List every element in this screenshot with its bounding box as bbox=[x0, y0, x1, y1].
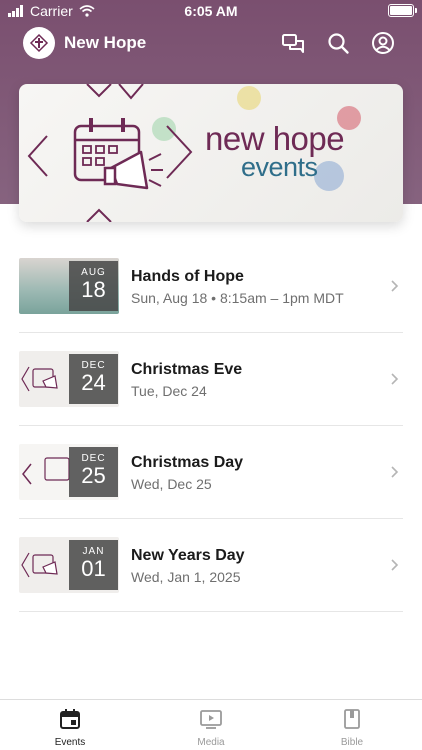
tab-label: Media bbox=[197, 737, 225, 748]
play-icon bbox=[200, 710, 222, 729]
app-title: New Hope bbox=[64, 33, 147, 52]
chevron-right-icon bbox=[391, 466, 399, 478]
search-icon[interactable] bbox=[326, 31, 350, 55]
church-logo[interactable] bbox=[23, 27, 55, 59]
badge-day: 01 bbox=[81, 556, 106, 581]
event-date: Wed, Jan 1, 2025 bbox=[131, 569, 241, 585]
badge-day: 24 bbox=[81, 370, 106, 395]
event-row-new-years-day[interactable]: JAN 01 New Years Day Wed, Jan 1, 2025 bbox=[19, 519, 403, 612]
chevron-right-icon bbox=[391, 280, 399, 292]
date-badge: JAN 01 bbox=[69, 540, 118, 590]
chevron-right-icon bbox=[391, 559, 399, 571]
date-badge: AUG 18 bbox=[69, 261, 118, 311]
event-title: New Years Day bbox=[131, 547, 245, 564]
battery-icon bbox=[388, 4, 417, 17]
event-list: AUG 18 Hands of Hope Sun, Aug 18 • 8:15a… bbox=[19, 240, 403, 612]
tab-bar: Events Media Bible bbox=[0, 699, 422, 750]
status-bar: Carrier 6:05 AM bbox=[0, 0, 422, 22]
tab-label: Bible bbox=[340, 737, 364, 748]
events-banner[interactable]: new hope events bbox=[19, 84, 403, 222]
banner-wordmark-bottom: events bbox=[241, 152, 318, 182]
chat-icon[interactable] bbox=[281, 31, 305, 55]
event-title: Christmas Day bbox=[131, 454, 244, 471]
chevron-right-icon bbox=[391, 373, 399, 385]
event-row-christmas-eve[interactable]: DEC 24 Christmas Eve Tue, Dec 24 bbox=[19, 333, 403, 426]
event-date: Wed, Dec 25 bbox=[131, 476, 212, 492]
tab-events[interactable]: Events bbox=[0, 700, 140, 750]
date-badge: DEC 24 bbox=[69, 354, 118, 404]
app-bar: New Hope bbox=[0, 26, 422, 62]
event-datetime: Sun, Aug 18 • 8:15am – 1pm MDT bbox=[131, 290, 344, 306]
event-title: Christmas Eve bbox=[131, 361, 243, 378]
tab-bible[interactable]: Bible bbox=[282, 700, 422, 750]
logo-icon bbox=[29, 33, 49, 53]
book-icon bbox=[344, 709, 360, 729]
clock: 6:05 AM bbox=[184, 3, 238, 19]
event-title: Hands of Hope bbox=[131, 268, 244, 285]
event-row-christmas-day[interactable]: DEC 25 Christmas Day Wed, Dec 25 bbox=[19, 426, 403, 519]
event-thumbnail: JAN 01 bbox=[19, 537, 119, 593]
event-thumbnail: DEC 24 bbox=[19, 351, 119, 407]
calendar-icon bbox=[60, 709, 80, 729]
event-thumbnail: AUG 18 bbox=[19, 258, 119, 314]
event-thumbnail: DEC 25 bbox=[19, 444, 119, 500]
event-row-hands-of-hope[interactable]: AUG 18 Hands of Hope Sun, Aug 18 • 8:15a… bbox=[19, 240, 403, 333]
tab-label: Events bbox=[54, 737, 86, 748]
profile-icon[interactable] bbox=[371, 31, 395, 55]
badge-day: 18 bbox=[81, 277, 106, 302]
tab-media[interactable]: Media bbox=[141, 700, 281, 750]
event-date: Tue, Dec 24 bbox=[131, 383, 207, 399]
date-badge: DEC 25 bbox=[69, 447, 118, 497]
badge-day: 25 bbox=[81, 463, 106, 488]
